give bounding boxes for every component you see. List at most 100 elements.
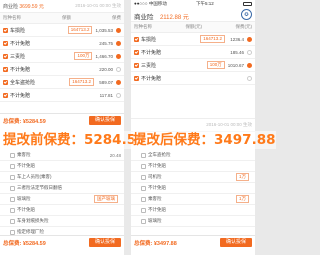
confirm-buy-button[interactable]: 确认投保 bbox=[219, 238, 252, 247]
coverage-list: 车损险 164713.2 1236.4 不计免赔 185.46 三责险 100万 1010.6… bbox=[131, 33, 255, 85]
effective-date-bar: 2016-10-01 00:00 生效 bbox=[131, 118, 255, 132]
coverage-name: 全车盗抢险 bbox=[148, 152, 171, 157]
coverage-sub-row[interactable]: 车身划痕损失险 bbox=[0, 216, 124, 227]
radio-selected-icon[interactable] bbox=[247, 36, 252, 42]
coverage-amount-select[interactable]: 国产玻璃 bbox=[94, 195, 118, 203]
coverage-sub-row[interactable]: 司机险 1万 bbox=[131, 172, 255, 183]
checkbox-icon[interactable] bbox=[10, 207, 15, 213]
coverage-name: 不计免赔 bbox=[17, 163, 35, 168]
checkbox-icon[interactable] bbox=[10, 185, 15, 191]
radio-selected-icon[interactable] bbox=[116, 79, 121, 85]
total-premium: 总保费: ¥3497.88 bbox=[134, 240, 177, 247]
radio-selected-icon[interactable] bbox=[116, 66, 121, 72]
coverage-amount-select[interactable]: 1万 bbox=[235, 195, 249, 203]
checkbox-checked-icon[interactable] bbox=[3, 66, 8, 72]
footer-bar: 总保费: ¥5284.59 确认投保 bbox=[0, 235, 124, 249]
coverage-row[interactable]: 车损险 164713.2 1236.4 bbox=[131, 33, 255, 46]
coverage-name: 不计免赔 bbox=[10, 66, 31, 73]
col-premium: 保费(元) bbox=[235, 24, 253, 29]
coverage-sub-row[interactable]: 不计免赔 bbox=[0, 205, 124, 216]
coverage-amount-select[interactable]: 164713.2 bbox=[200, 35, 225, 43]
checkbox-icon[interactable] bbox=[10, 163, 15, 169]
checkbox-icon[interactable] bbox=[10, 218, 15, 224]
coverage-name: 不计免赔 bbox=[148, 185, 166, 190]
coverage-amount-select[interactable]: 100万 bbox=[206, 61, 225, 69]
coverage-name: 三责险 bbox=[141, 62, 157, 69]
checkbox-checked-icon[interactable] bbox=[3, 53, 8, 59]
coverage-row[interactable]: 不计免赔 220.00 bbox=[0, 63, 124, 76]
checkbox-checked-icon[interactable] bbox=[134, 62, 139, 68]
confirm-buy-button[interactable]: 确认投保 bbox=[88, 116, 121, 125]
coverage-row[interactable]: 三责险 100万 1010.67 bbox=[131, 59, 255, 72]
checkbox-checked-icon[interactable] bbox=[134, 49, 139, 55]
coverage-sub-row[interactable]: 乘客险 20.48 bbox=[0, 150, 124, 161]
radio-selected-icon[interactable] bbox=[116, 27, 121, 33]
total-premium: 总保费: ¥5284.59 bbox=[3, 118, 46, 125]
coverage-sub-row[interactable]: 玻璃险 国产玻璃 bbox=[0, 194, 124, 205]
checkbox-icon[interactable] bbox=[10, 196, 15, 202]
coverage-sub-row[interactable]: 不计免赔 bbox=[0, 161, 124, 172]
coverage-sub-row[interactable]: 不计免赔 bbox=[131, 161, 255, 172]
coverage-name: 车损险 bbox=[10, 27, 26, 34]
coverage-sub-list: 全车盗抢险 不计免赔 司机险 1万 不计免赔 乘客险 1万 不计免赔 玻璃险 bbox=[131, 150, 255, 227]
coverage-name: 玻璃险 bbox=[17, 196, 31, 201]
radio-selected-icon[interactable] bbox=[247, 75, 252, 81]
coverage-sub-row[interactable]: 不计免赔 bbox=[131, 205, 255, 216]
coverage-row[interactable]: 不计免赔 185.46 bbox=[131, 46, 255, 59]
coverage-sub-row[interactable]: 玻璃险 bbox=[131, 216, 255, 227]
checkbox-icon[interactable] bbox=[10, 229, 15, 235]
checkbox-icon[interactable] bbox=[141, 185, 146, 191]
coverage-row[interactable]: 三责险 100万 1,466.70 bbox=[0, 50, 124, 63]
coverage-amount-select[interactable]: 1万 bbox=[235, 173, 249, 181]
coverage-premium: 220.00 bbox=[99, 66, 113, 72]
checkbox-checked-icon[interactable] bbox=[3, 40, 8, 46]
coverage-name: 司机险 bbox=[148, 174, 162, 179]
checkbox-checked-icon[interactable] bbox=[3, 27, 8, 33]
radio-selected-icon[interactable] bbox=[116, 92, 121, 98]
col-name: 险种名称 bbox=[134, 24, 152, 29]
coverage-sub-row[interactable]: 不计免赔 bbox=[131, 183, 255, 194]
checkbox-checked-icon[interactable] bbox=[3, 79, 8, 85]
radio-selected-icon[interactable] bbox=[116, 53, 121, 59]
checkbox-checked-icon[interactable] bbox=[134, 75, 139, 81]
coverage-amount-select[interactable]: 164713.2 bbox=[67, 26, 93, 34]
checkbox-icon[interactable] bbox=[141, 174, 146, 180]
checkbox-icon[interactable] bbox=[141, 196, 146, 202]
coverage-premium: 1236.4 bbox=[230, 36, 244, 42]
coverage-amount-select[interactable]: 100万 bbox=[74, 52, 93, 60]
radio-selected-icon[interactable] bbox=[247, 62, 252, 68]
battery-icon bbox=[242, 2, 252, 6]
insurance-type-title: 商业险 bbox=[134, 13, 154, 21]
coverage-amount-select[interactable]: 164713.2 bbox=[69, 78, 94, 86]
checkbox-icon[interactable] bbox=[141, 163, 146, 169]
checkbox-checked-icon[interactable] bbox=[134, 36, 139, 42]
coverage-sub-row[interactable]: 车上人员险(乘客) bbox=[0, 172, 124, 183]
coverage-sub-row[interactable]: 乘客险 1万 bbox=[131, 194, 255, 205]
confirm-buy-button[interactable]: 确认投保 bbox=[88, 238, 121, 247]
checkbox-icon[interactable] bbox=[10, 152, 15, 158]
checkbox-icon[interactable] bbox=[141, 218, 146, 224]
checkbox-icon[interactable] bbox=[141, 152, 146, 158]
coverage-premium: 589.07 bbox=[99, 79, 113, 85]
coverage-name: 车身划痕损失险 bbox=[17, 218, 49, 223]
coverage-name: 不计免赔 bbox=[141, 49, 162, 56]
coverage-row[interactable]: 不计免赔 117.81 bbox=[0, 89, 124, 102]
col-amount: 保额(元) bbox=[185, 24, 203, 29]
coverage-row[interactable]: 全车盗抢险 164713.2 589.07 bbox=[0, 76, 124, 89]
coverage-name: 玻璃险 bbox=[148, 218, 162, 223]
effective-date: 2016-10-01 00:00 生效 bbox=[206, 122, 252, 127]
coverage-row[interactable]: 不计免赔 245.75 bbox=[0, 37, 124, 50]
checkbox-icon[interactable] bbox=[141, 207, 146, 213]
coverage-premium: 185.46 bbox=[230, 49, 244, 55]
checkbox-checked-icon[interactable] bbox=[3, 92, 8, 98]
radio-selected-icon[interactable] bbox=[116, 40, 121, 46]
coverage-name: 三者险法定节假日翻倍 bbox=[17, 185, 62, 190]
insurance-header: 商业险 2112.88 元 ✪ bbox=[131, 8, 255, 22]
coverage-row[interactable]: 不计免赔 bbox=[131, 72, 255, 85]
coverage-sub-row[interactable]: 全车盗抢险 bbox=[131, 150, 255, 161]
coverage-sub-row[interactable]: 三者险法定节假日翻倍 bbox=[0, 183, 124, 194]
coverage-row[interactable]: 车损险 164713.2 1,035.53 bbox=[0, 24, 124, 37]
effective-date: 2016-10-01 00:00 生效 bbox=[75, 3, 121, 8]
checkbox-icon[interactable] bbox=[10, 174, 15, 180]
radio-selected-icon[interactable] bbox=[247, 49, 252, 55]
